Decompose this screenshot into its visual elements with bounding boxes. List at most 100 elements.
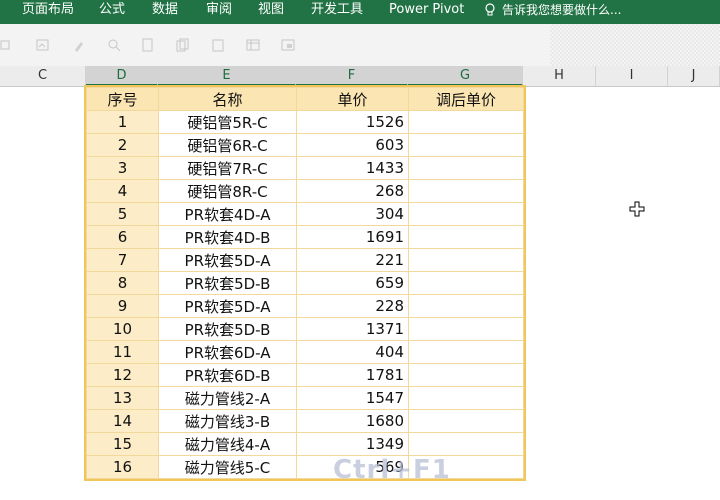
cell-adjusted-price[interactable] (408, 248, 524, 272)
cell-name[interactable]: PR软套5D-A (158, 294, 297, 318)
cell-adjusted-price[interactable] (408, 133, 524, 157)
cell-seq[interactable]: 6 (86, 225, 159, 249)
tab-developer[interactable]: 开发工具 (311, 0, 363, 24)
cell-adjusted-price[interactable] (408, 156, 524, 180)
cell-seq[interactable]: 14 (86, 409, 159, 433)
column-header-j[interactable]: J (668, 66, 720, 86)
zoom-icon[interactable] (107, 38, 121, 52)
format-icon[interactable] (36, 38, 50, 52)
cell-price[interactable]: 221 (296, 248, 409, 272)
cell-name[interactable]: PR软套5D-A (158, 248, 297, 272)
cell-price[interactable]: 1433 (296, 156, 409, 180)
cell-price[interactable]: 404 (296, 340, 409, 364)
grid-icon[interactable] (281, 38, 295, 52)
column-header-e[interactable]: E (158, 66, 296, 86)
cell-adjusted-price[interactable] (408, 363, 524, 387)
cell-name[interactable]: PR软套4D-B (158, 225, 297, 249)
cell-name[interactable]: 磁力管线2-A (158, 386, 297, 410)
tab-page-layout[interactable]: 页面布局 (22, 0, 74, 24)
cell-name[interactable]: 硬铝管5R-C (158, 110, 297, 134)
header-name[interactable]: 名称 (158, 87, 297, 111)
cell-adjusted-price[interactable] (408, 409, 524, 433)
cell-price[interactable]: 268 (296, 179, 409, 203)
worksheet-grid[interactable]: 序号 名称 单价 调后单价 1 硬铝管5R-C 1526 2 硬铝管6R-C 603 3 硬铝… (0, 85, 720, 500)
cell-name[interactable]: PR软套5D-B (158, 317, 297, 341)
cell-name[interactable]: PR软套5D-B (158, 271, 297, 295)
tell-me-search[interactable]: 告诉我您想要做什么... (485, 0, 621, 24)
tab-data[interactable]: 数据 (152, 0, 178, 24)
cell-name[interactable]: 磁力管线4-A (158, 432, 297, 456)
column-header-d[interactable]: D (86, 66, 158, 86)
cell-price[interactable]: 1781 (296, 363, 409, 387)
cell-price[interactable]: 1371 (296, 317, 409, 341)
column-header-i[interactable]: I (596, 66, 668, 86)
brush-icon[interactable] (72, 38, 86, 52)
cell-name[interactable]: 硬铝管7R-C (158, 156, 297, 180)
cell-seq[interactable]: 2 (86, 133, 159, 157)
cell-seq[interactable]: 16 (86, 455, 159, 479)
header-price[interactable]: 单价 (296, 87, 409, 111)
tab-formulas[interactable]: 公式 (99, 0, 125, 24)
column-header-g[interactable]: G (408, 66, 523, 86)
document-icon[interactable] (141, 38, 155, 52)
cell-adjusted-price[interactable] (408, 110, 524, 134)
ribbon-tab-bar: 页面布局 公式 数据 审阅 视图 开发工具 Power Pivot 告诉我您想要… (0, 0, 720, 24)
cell-name[interactable]: PR软套6D-A (158, 340, 297, 364)
cell-price[interactable]: 1547 (296, 386, 409, 410)
cell-adjusted-price[interactable] (408, 386, 524, 410)
cell-seq[interactable]: 1 (86, 110, 159, 134)
cell-price[interactable]: 659 (296, 271, 409, 295)
cell-seq[interactable]: 11 (86, 340, 159, 364)
cell-seq[interactable]: 9 (86, 294, 159, 318)
cell-price[interactable]: 1349 (296, 432, 409, 456)
cell-adjusted-price[interactable] (408, 340, 524, 364)
column-header-f[interactable]: F (296, 66, 408, 86)
cell-price[interactable]: 228 (296, 294, 409, 318)
cell-name[interactable]: 磁力管线3-B (158, 409, 297, 433)
toolbar-icon-1[interactable] (0, 38, 14, 52)
cell-seq[interactable]: 4 (86, 179, 159, 203)
cell-name[interactable]: 硬铝管8R-C (158, 179, 297, 203)
column-header-h[interactable]: H (523, 66, 596, 86)
table-row: 16 磁力管线5-C 569 (86, 455, 524, 479)
cell-seq[interactable]: 12 (86, 363, 159, 387)
cell-adjusted-price[interactable] (408, 294, 524, 318)
copy-icon[interactable] (176, 38, 190, 52)
cell-seq[interactable]: 15 (86, 432, 159, 456)
tab-power-pivot[interactable]: Power Pivot (389, 0, 464, 24)
cell-name[interactable]: PR软套6D-B (158, 363, 297, 387)
header-adjusted-price[interactable]: 调后单价 (408, 87, 524, 111)
cell-adjusted-price[interactable] (408, 432, 524, 456)
tab-view[interactable]: 视图 (258, 0, 284, 24)
header-seq[interactable]: 序号 (86, 87, 159, 111)
table-row: 6 PR软套4D-B 1691 (86, 225, 524, 249)
cell-adjusted-price[interactable] (408, 202, 524, 226)
cell-seq[interactable]: 13 (86, 386, 159, 410)
cell-price[interactable]: 1680 (296, 409, 409, 433)
table-header-row: 序号 名称 单价 调后单价 (86, 87, 524, 111)
cell-seq[interactable]: 3 (86, 156, 159, 180)
table-row: 11 PR软套6D-A 404 (86, 340, 524, 364)
quick-toolbar (0, 24, 720, 66)
cell-name[interactable]: PR软套4D-A (158, 202, 297, 226)
table-row: 4 硬铝管8R-C 268 (86, 179, 524, 203)
paste-icon[interactable] (211, 38, 225, 52)
cell-price[interactable]: 1691 (296, 225, 409, 249)
cell-price[interactable]: 1526 (296, 110, 409, 134)
cell-seq[interactable]: 5 (86, 202, 159, 226)
table-icon[interactable] (246, 38, 260, 52)
cell-adjusted-price[interactable] (408, 225, 524, 249)
cell-adjusted-price[interactable] (408, 271, 524, 295)
cell-adjusted-price[interactable] (408, 179, 524, 203)
column-header-c[interactable]: C (0, 66, 86, 86)
cell-name[interactable]: 磁力管线5-C (158, 455, 297, 479)
cell-price[interactable]: 304 (296, 202, 409, 226)
cell-seq[interactable]: 10 (86, 317, 159, 341)
tab-review[interactable]: 审阅 (206, 0, 232, 24)
cell-adjusted-price[interactable] (408, 317, 524, 341)
cell-name[interactable]: 硬铝管6R-C (158, 133, 297, 157)
cell-seq[interactable]: 7 (86, 248, 159, 272)
table-row: 8 PR软套5D-B 659 (86, 271, 524, 295)
cell-seq[interactable]: 8 (86, 271, 159, 295)
cell-price[interactable]: 603 (296, 133, 409, 157)
